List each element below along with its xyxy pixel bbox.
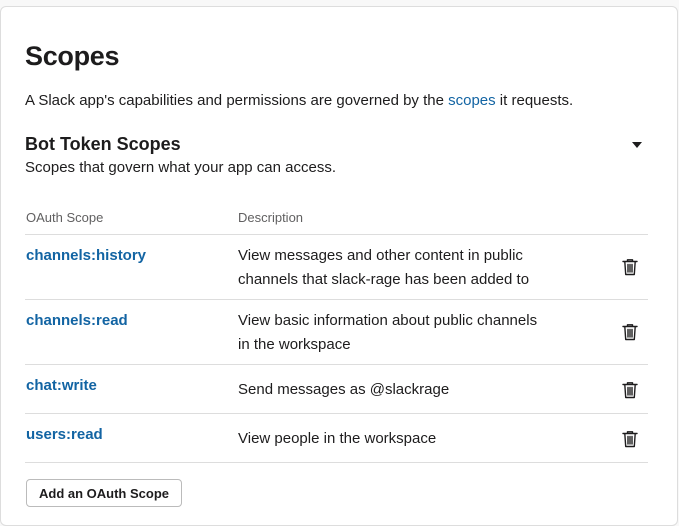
scope-description: View people in the workspace [238, 427, 578, 451]
collapse-caret-icon[interactable] [632, 142, 642, 148]
table-row: users:read View people in the workspace [25, 414, 648, 463]
scope-name[interactable]: chat:write [26, 377, 97, 394]
column-header-oauth-scope: OAuth Scope [26, 210, 104, 225]
scope-description-line: in the workspace [238, 336, 351, 353]
scope-description: Send messages as @slackrage [238, 378, 578, 402]
table-header: OAuth Scope Description [25, 202, 648, 235]
scope-name[interactable]: channels:read [26, 312, 128, 329]
description-text-after: it requests. [495, 92, 574, 109]
bot-token-scopes-subtitle: Scopes that govern what your app can acc… [25, 159, 337, 176]
table-row: channels:read View basic information abo… [25, 300, 648, 365]
bot-token-scopes-title: Bot Token Scopes [25, 134, 181, 154]
scope-name[interactable]: users:read [26, 426, 103, 443]
description-text-before: A Slack app's capabilities and permissio… [25, 92, 449, 109]
page-title: Scopes [25, 41, 120, 71]
scope-description-line: View people in the workspace [238, 430, 437, 447]
trash-icon[interactable] [622, 258, 638, 276]
scope-description: View basic information about public chan… [238, 309, 578, 357]
scope-description-line: channels that slack-rage has been added … [238, 271, 530, 288]
scope-description: View messages and other content in publi… [238, 244, 578, 292]
scope-description-line: View messages and other content in publi… [238, 247, 523, 264]
column-header-description: Description [238, 210, 304, 225]
add-oauth-scope-button[interactable]: Add an OAuth Scope [26, 479, 182, 507]
scopes-link[interactable]: scopes [448, 92, 496, 109]
scopes-table: OAuth Scope Description channels:history… [25, 202, 648, 463]
trash-icon[interactable] [622, 430, 638, 448]
scope-name[interactable]: channels:history [26, 247, 146, 264]
scope-description-line: View basic information about public chan… [238, 312, 538, 329]
table-row: chat:write Send messages as @slackrage [25, 365, 648, 414]
page-description: A Slack app's capabilities and permissio… [25, 92, 573, 109]
trash-icon[interactable] [622, 381, 638, 399]
trash-icon[interactable] [622, 323, 638, 341]
scopes-card: Scopes A Slack app's capabilities and pe… [0, 6, 678, 526]
table-row: channels:history View messages and other… [25, 235, 648, 300]
scope-description-line: Send messages as @slackrage [238, 381, 450, 398]
